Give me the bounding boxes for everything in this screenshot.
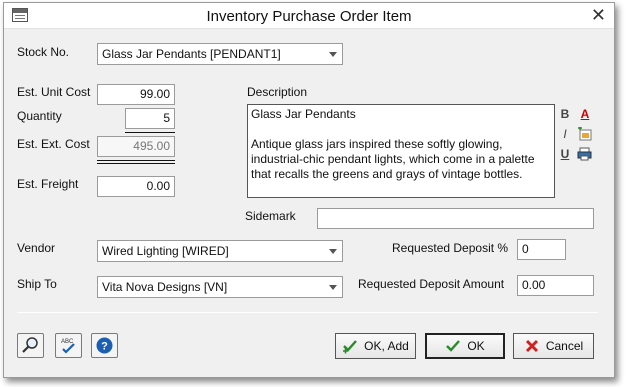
cancel-x-icon <box>525 339 538 353</box>
stock-no-value: Glass Jar Pendants [PENDANT1] <box>102 47 281 61</box>
vendor-value: Wired Lighting [WIRED] <box>102 244 229 258</box>
window-title: Inventory Purchase Order Item <box>206 8 412 25</box>
help-button[interactable]: ? <box>91 333 118 358</box>
vendor-select[interactable]: Wired Lighting [WIRED] <box>97 240 343 262</box>
chevron-down-icon <box>329 52 337 57</box>
unit-cost-field[interactable]: 99.00 <box>97 84 175 105</box>
description-title: Glass Jar Pendants <box>251 107 356 121</box>
purchase-order-item-dialog: Inventory Purchase Order Item ✕ Stock No… <box>3 2 615 378</box>
underline-button[interactable]: U <box>558 147 572 161</box>
vendor-label: Vendor <box>17 241 56 255</box>
footer-separator <box>17 312 598 313</box>
unit-cost-label: Est. Unit Cost <box>17 85 91 99</box>
check-plus-icon <box>343 340 358 354</box>
sidemark-label: Sidemark <box>245 209 296 223</box>
spell-check-icon: ABC <box>61 339 75 354</box>
spell-check-button[interactable]: ABC <box>55 333 82 358</box>
insert-image-icon[interactable] <box>577 126 592 141</box>
ok-label: OK <box>467 339 485 353</box>
quantity-field[interactable]: 5 <box>125 108 175 129</box>
deposit-percent-label: Requested Deposit % <box>392 241 509 255</box>
freight-label: Est. Freight <box>17 177 79 191</box>
ok-add-button[interactable]: OK, Add <box>335 333 416 359</box>
ship-to-value: Vita Nova Designs [VN] <box>102 280 228 294</box>
deposit-percent-field[interactable]: 0 <box>517 239 566 260</box>
svg-text:ABC: ABC <box>61 339 74 345</box>
description-textarea[interactable]: Glass Jar Pendants Antique glass jars in… <box>247 104 555 198</box>
cancel-button[interactable]: Cancel <box>513 333 594 359</box>
quantity-label: Quantity <box>17 109 62 123</box>
ok-button[interactable]: OK <box>425 333 505 359</box>
italic-button[interactable]: I <box>558 127 572 141</box>
cancel-label: Cancel <box>545 339 584 353</box>
stock-no-label: Stock No. <box>17 45 70 59</box>
total-line-top <box>125 132 175 133</box>
lookup-button[interactable] <box>17 333 44 358</box>
ok-add-label: OK, Add <box>364 339 409 353</box>
description-body: Antique glass jars inspired these softly… <box>251 137 535 181</box>
freight-field[interactable]: 0.00 <box>97 176 175 197</box>
deposit-amount-field[interactable]: 0.00 <box>517 275 594 296</box>
check-icon <box>446 340 461 352</box>
deposit-amount-label: Requested Deposit Amount <box>358 277 505 291</box>
svg-text:?: ? <box>101 341 108 353</box>
description-label: Description <box>247 85 308 99</box>
ext-cost-field: 495.00 <box>97 136 175 157</box>
close-icon[interactable]: ✕ <box>591 5 606 26</box>
stock-no-select[interactable]: Glass Jar Pendants [PENDANT1] <box>97 43 343 65</box>
ship-to-select[interactable]: Vita Nova Designs [VN] <box>97 276 343 298</box>
sidemark-field[interactable] <box>317 208 594 229</box>
ext-cost-label: Est. Ext. Cost <box>17 137 90 151</box>
total-double-line-1 <box>97 160 175 161</box>
help-icon: ? <box>96 337 113 354</box>
font-color-button[interactable]: A <box>578 107 592 121</box>
printer-icon[interactable] <box>577 147 592 161</box>
bold-button[interactable]: B <box>558 107 572 121</box>
total-double-line-2 <box>97 163 175 164</box>
chevron-down-icon <box>329 249 337 254</box>
title-bar: Inventory Purchase Order Item ✕ <box>4 3 614 29</box>
chevron-down-icon <box>329 285 337 290</box>
ship-to-label: Ship To <box>17 277 57 291</box>
magnifier-icon <box>22 337 38 353</box>
